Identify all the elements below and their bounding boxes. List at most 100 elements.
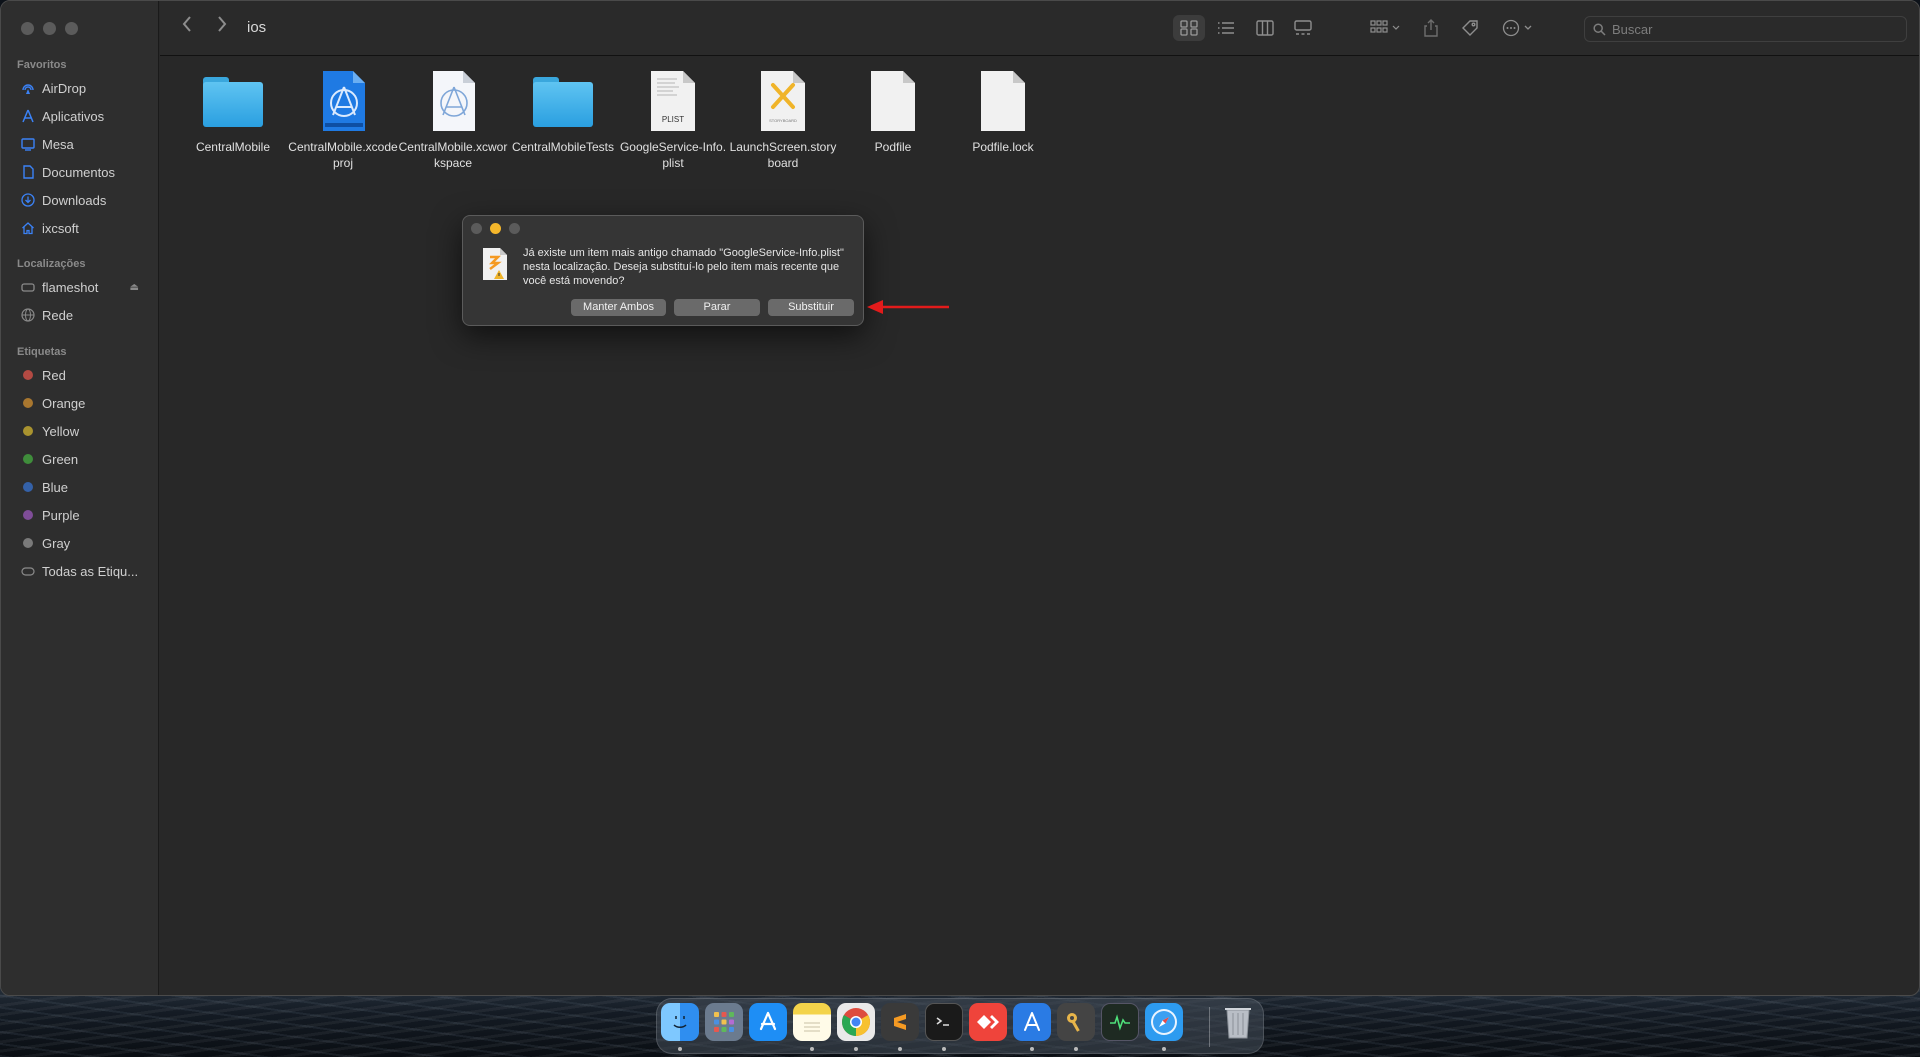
xcodeproj-icon <box>311 69 375 133</box>
icon-view-button[interactable] <box>1173 15 1205 41</box>
file-item[interactable]: CentralMobileTests <box>508 57 618 155</box>
chrome-icon[interactable] <box>837 1003 875 1041</box>
dialog-minimize-button[interactable] <box>490 223 501 234</box>
close-button[interactable] <box>21 22 34 35</box>
running-indicator <box>1030 1047 1034 1051</box>
all-tags-icon <box>21 564 35 578</box>
more-actions-button[interactable] <box>1498 15 1538 41</box>
sublime-text-icon[interactable] <box>881 1003 919 1041</box>
dock-separator <box>1209 1007 1210 1047</box>
window-title: ios <box>247 19 267 36</box>
running-indicator <box>810 1047 814 1051</box>
keep-both-button[interactable]: Manter Ambos <box>571 299 666 316</box>
file-item[interactable]: CentralMobile <box>178 57 288 155</box>
sidebar-item-label: flameshot <box>42 279 99 295</box>
dialog-window-controls <box>471 223 520 234</box>
running-indicator <box>898 1047 902 1051</box>
sidebar-item-label: Mesa <box>42 136 74 152</box>
list-view-button[interactable] <box>1211 15 1241 41</box>
stop-button[interactable]: Parar <box>674 299 760 316</box>
minimize-button[interactable] <box>43 22 56 35</box>
sidebar-item-label: Downloads <box>42 192 107 208</box>
documents-icon <box>21 165 35 179</box>
sidebar-item-airdrop[interactable]: AirDrop <box>1 74 159 102</box>
search-field[interactable] <box>1584 16 1907 42</box>
file-item[interactable]: PLIST GoogleService-Info.plist <box>618 57 728 171</box>
search-icon <box>1593 22 1606 36</box>
replace-button[interactable]: Substituir <box>768 299 854 316</box>
sidebar-item-mesa[interactable]: Mesa <box>1 130 159 158</box>
xcworkspace-icon <box>421 69 485 133</box>
sidebar-item-tag-purple[interactable]: Purple <box>1 501 159 529</box>
sidebar-item-aplicativos[interactable]: Aplicativos <box>1 102 159 130</box>
file-item[interactable]: CentralMobile.xcodeproj <box>288 57 398 171</box>
dock <box>656 998 1264 1054</box>
keychain-icon[interactable] <box>1057 1003 1095 1041</box>
sidebar-item-ixcsoft[interactable]: ixcsoft <box>1 214 159 242</box>
storyboard-icon: STORYBOARD <box>751 69 815 133</box>
sidebar-item-flameshot[interactable]: flameshot ⏏ <box>1 273 159 301</box>
sidebar-item-label: Gray <box>42 535 71 551</box>
group-button[interactable] <box>1366 15 1406 41</box>
sidebar-item-documentos[interactable]: Documentos <box>1 158 159 186</box>
safari-icon[interactable] <box>1145 1003 1183 1041</box>
notes-icon[interactable] <box>793 1003 831 1041</box>
file-item[interactable]: CentralMobile.xcworkspace <box>398 57 508 171</box>
file-item[interactable]: Podfile <box>838 57 948 155</box>
file-item[interactable]: STORYBOARD LaunchScreen.storyboard <box>728 57 838 171</box>
zoom-button[interactable] <box>65 22 78 35</box>
xcode-icon[interactable] <box>1013 1003 1051 1041</box>
column-view-button[interactable] <box>1250 15 1280 41</box>
annotation-arrow-icon <box>867 300 949 314</box>
terminal-icon[interactable] <box>925 1003 963 1041</box>
tag-color-dot <box>23 482 33 492</box>
file-name: GoogleService-Info.plist <box>619 140 727 170</box>
sidebar-item-tag-blue[interactable]: Blue <box>1 473 159 501</box>
eject-icon[interactable]: ⏏ <box>130 282 139 293</box>
list-view-icon <box>1218 22 1234 34</box>
dialog-close-button[interactable] <box>471 223 482 234</box>
tag-button[interactable] <box>1458 15 1482 41</box>
sidebar-item-rede[interactable]: Rede <box>1 301 159 329</box>
locations-section: Localizações flameshot ⏏ Rede <box>1 255 159 329</box>
sidebar-item-label: Green <box>42 451 79 467</box>
dialog-zoom-button[interactable] <box>509 223 520 234</box>
tag-color-dot <box>23 538 33 548</box>
tags-section: Etiquetas Red Orange Yellow Green Blue P… <box>1 343 159 585</box>
forward-button[interactable] <box>211 15 233 41</box>
sidebar-item-label: Todas as Etiqu... <box>42 563 139 579</box>
back-button[interactable] <box>176 15 198 41</box>
document-icon <box>971 69 1035 133</box>
locations-heading: Localizações <box>17 258 86 270</box>
gallery-view-button[interactable] <box>1288 15 1318 41</box>
sidebar-item-all-tags[interactable]: Todas as Etiqu... <box>1 557 159 585</box>
file-name: CentralMobile.xcworkspace <box>398 140 508 170</box>
sidebar-item-tag-gray[interactable]: Gray <box>1 529 159 557</box>
file-item[interactable]: Podfile.lock <box>948 57 1058 155</box>
search-input[interactable] <box>1612 21 1892 37</box>
sidebar-item-downloads[interactable]: Downloads <box>1 186 159 214</box>
share-button[interactable] <box>1419 15 1443 41</box>
anydesk-icon[interactable] <box>969 1003 1007 1041</box>
tag-icon <box>1462 20 1478 36</box>
launchpad-icon[interactable] <box>705 1003 743 1041</box>
airdrop-icon <box>21 81 35 95</box>
running-indicator <box>1162 1047 1166 1051</box>
activity-monitor-icon[interactable] <box>1101 1003 1139 1041</box>
sidebar-item-tag-red[interactable]: Red <box>1 361 159 389</box>
finder-icon[interactable] <box>661 1003 699 1041</box>
sidebar-item-tag-yellow[interactable]: Yellow <box>1 417 159 445</box>
gallery-view-icon <box>1294 20 1312 35</box>
trash-icon[interactable] <box>1219 1003 1257 1041</box>
chevron-left-icon <box>182 16 191 32</box>
sidebar-item-tag-orange[interactable]: Orange <box>1 389 159 417</box>
tag-color-dot <box>23 454 33 464</box>
share-icon <box>1424 19 1438 37</box>
app-store-icon[interactable] <box>749 1003 787 1041</box>
file-name: Podfile.lock <box>972 140 1034 154</box>
folder-icon <box>201 69 265 133</box>
tag-color-dot <box>23 510 33 520</box>
sidebar-item-tag-green[interactable]: Green <box>1 445 159 473</box>
sidebar-item-label: Red <box>42 367 66 383</box>
favorites-heading: Favoritos <box>17 59 67 71</box>
